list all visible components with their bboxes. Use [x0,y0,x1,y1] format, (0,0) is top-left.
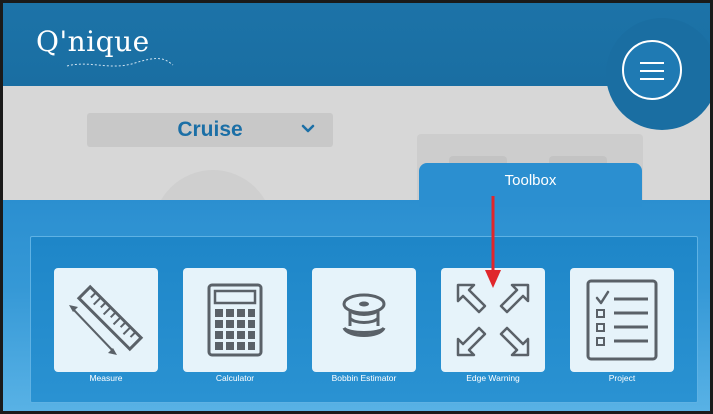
measure-label: Measure [89,373,123,383]
annotation-arrow-icon [485,196,501,288]
app-window: Q'nique Cruise Toolbox Measure Calculato… [0,0,713,414]
bobbin-estimator-button[interactable]: Bobbin Estimator [312,268,416,383]
toolbox-title: Toolbox [504,172,557,189]
checklist-icon [586,279,658,361]
project-button[interactable]: Project [570,268,674,383]
ruler-icon [69,284,144,355]
menu-button[interactable] [622,40,682,100]
project-label: Project [608,373,636,383]
mode-select[interactable]: Cruise [87,113,333,147]
calculator-icon [207,283,263,357]
measure-button[interactable]: Measure [54,268,158,383]
hamburger-icon-bar [640,70,664,72]
logo-swash-icon [66,58,174,67]
hamburger-icon-bar [640,78,664,80]
calculator-label: Calculator [215,373,255,383]
calculator-button[interactable]: Calculator [183,268,287,383]
bobbin-estimator-label: Bobbin Estimator [331,373,397,383]
hamburger-icon [640,62,664,64]
mode-select-value: Cruise [177,118,243,141]
bobbin-icon [342,293,386,337]
toolbox-tab[interactable]: Toolbox [419,163,642,207]
chevron-down-icon [301,124,315,133]
edge-warning-label: Edge Warning [466,373,520,383]
logo: Q'nique [36,25,150,58]
app-header: Q'nique [3,3,710,86]
